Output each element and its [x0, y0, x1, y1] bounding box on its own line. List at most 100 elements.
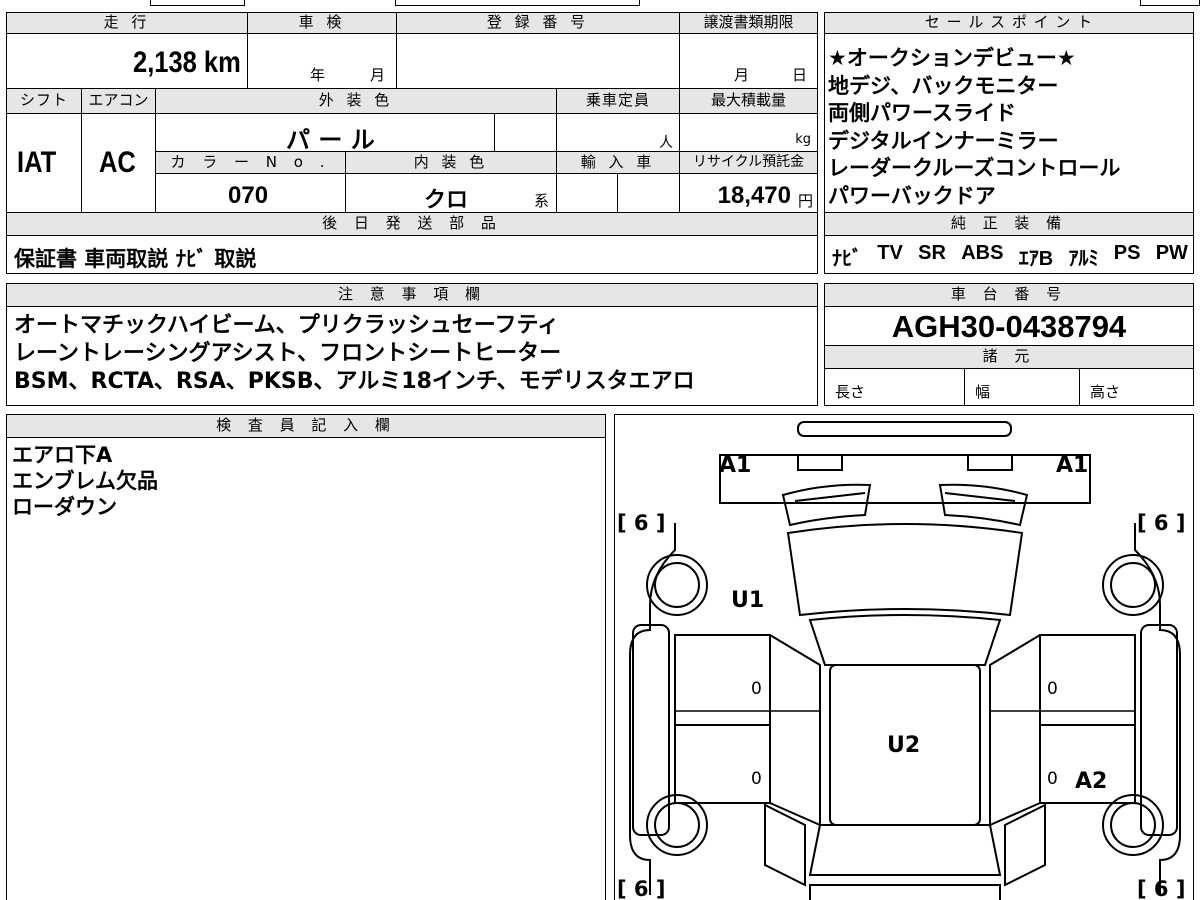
- tyre-mark-rear-right: [ 6 ]: [1137, 877, 1186, 900]
- sales-point-item: パワーバックドア: [828, 183, 996, 208]
- import-cell-a: [556, 173, 618, 213]
- equipment-item: ｱﾙﾐ: [1068, 248, 1099, 270]
- shaken-year-unit: 年: [310, 66, 326, 84]
- mark-a1-left: A1: [719, 453, 752, 478]
- aircon-value: AC: [99, 146, 136, 179]
- equipment-item: SR: [918, 242, 946, 264]
- genuine-equipment-header: 純 正 装 備: [824, 212, 1194, 236]
- chassis-number-value: AGH30-0438794: [891, 309, 1127, 344]
- mark-a2: A2: [1075, 769, 1108, 794]
- mileage-header: 走 行: [6, 12, 248, 34]
- later-parts-header: 後 日 発 送 部 品: [6, 212, 818, 236]
- shaken-cell: 年 月: [247, 33, 397, 89]
- sales-point-item: デジタルインナーミラー: [828, 128, 1059, 153]
- reg-number-header: 登 録 番 号: [396, 12, 680, 34]
- capacity-header: 乗車定員: [556, 88, 680, 114]
- load-unit: kg: [795, 132, 811, 147]
- sales-point-item: ★オークションデビュー★: [828, 46, 1076, 70]
- exterior-color-cell: パ ー ル: [155, 113, 495, 152]
- mark-a1-right: A1: [1056, 453, 1089, 478]
- note-line: オートマチックハイビーム、プリクラッシュセーフティ: [14, 313, 560, 338]
- shaken-month-unit: 月: [370, 66, 386, 84]
- inspector-notes: エアロ下A エンブレム欠品 ローダウン: [12, 442, 602, 520]
- sales-point-item: 両側パワースライド: [828, 101, 1016, 125]
- note-line: BSM、RCTA、RSA、PKSB、アルミ18インチ、モデリスタエアロ: [14, 369, 695, 394]
- reg-number-cell: [396, 33, 680, 89]
- chassis-number-cell: AGH30-0438794: [824, 306, 1194, 346]
- tyre-mark-front-left: [ 6 ]: [617, 511, 666, 535]
- mark-u2: U2: [887, 733, 921, 758]
- capacity-cell: 人: [556, 113, 680, 152]
- recycle-unit: 円: [797, 192, 813, 210]
- equipment-item: PW: [1155, 242, 1188, 264]
- door-mark-front-right: 0: [1047, 679, 1058, 699]
- import-header: 輸 入 車: [556, 151, 680, 174]
- spec-length-label: 長さ: [835, 383, 866, 401]
- spec-length-cell: 長さ: [824, 368, 965, 406]
- max-load-cell: kg: [679, 113, 818, 152]
- interior-color-suffix: 系: [534, 192, 550, 210]
- recycle-fee-value: 18,470: [717, 182, 791, 209]
- mileage-value: 2,138 km: [133, 46, 241, 79]
- notes-header: 注 意 事 項 欄: [6, 283, 818, 307]
- color-no-value: 070: [228, 182, 269, 209]
- later-parts-value: 保証書 車両取説 ﾅﾋﾞ 取説: [14, 247, 257, 271]
- note-line: レーントレーシングアシスト、フロントシートヒーター: [14, 341, 562, 366]
- tyre-mark-front-right: [ 6 ]: [1137, 511, 1186, 535]
- exterior-color-extra-cell: [494, 113, 557, 152]
- inspector-header: 検 査 員 記 入 欄: [6, 414, 606, 438]
- equipment-list: ﾅﾋﾞ TV SR ABS ｴｱB ｱﾙﾐ PS PW: [832, 242, 1188, 271]
- tyre-mark-rear-left: [ 6 ]: [617, 877, 666, 900]
- chassis-number-header: 車 台 番 号: [824, 283, 1194, 307]
- color-no-header: カ ラ ー N o .: [155, 151, 346, 174]
- sales-points-list: ★オークションデビュー★ 地デジ、バックモニター 両側パワースライド デジタルイ…: [828, 45, 1190, 210]
- later-parts-cell: 保証書 車両取説 ﾅﾋﾞ 取説: [6, 235, 818, 274]
- door-mark-rear-left: 0: [751, 769, 762, 789]
- sales-point-item: 地デジ、バックモニター: [828, 73, 1059, 98]
- mark-u1: U1: [731, 588, 765, 613]
- exterior-color-value: パ ー ル: [286, 126, 375, 152]
- sales-points-header: セ ー ル ス ポ イ ン ト: [824, 12, 1194, 34]
- door-mark-rear-right: 0: [1047, 769, 1058, 789]
- spec-height-cell: 高さ: [1079, 368, 1194, 406]
- shift-header: シフト: [6, 88, 82, 114]
- specs-header: 諸 元: [824, 345, 1194, 369]
- car-diagram: [629, 421, 1181, 900]
- car-diagram-panel: A1 A1 U1 U2 A2 [ 6 ] [ 6 ] [ 6 ] [ 6 ] 0…: [614, 414, 1194, 900]
- spec-height-label: 高さ: [1090, 383, 1121, 401]
- transfer-deadline-header: 譲渡書類期限: [679, 12, 818, 34]
- aircon-header: エアコン: [81, 88, 156, 114]
- recycle-cell: 18,470 円: [679, 173, 818, 213]
- inspector-note: ローダウン: [12, 495, 117, 519]
- capacity-unit: 人: [659, 135, 673, 151]
- equipment-item: ｴｱB: [1018, 248, 1054, 270]
- max-load-header: 最大積載量: [679, 88, 818, 114]
- interior-color-cell: クロ 系: [345, 173, 557, 213]
- aircon-cell: AC: [81, 113, 156, 213]
- spec-width-label: 幅: [975, 383, 991, 401]
- equipment-item: PS: [1113, 242, 1141, 264]
- inspector-note: エアロ下A: [12, 443, 113, 467]
- notes-list: オートマチックハイビーム、プリクラッシュセーフティ レーントレーシングアシスト、…: [14, 312, 814, 396]
- top-strip: [0, 0, 1200, 8]
- door-mark-front-left: 0: [751, 679, 762, 699]
- deadline-month-unit: 月: [734, 66, 750, 84]
- shift-value: IAT: [17, 146, 57, 179]
- mileage-cell: 2,138 km: [6, 33, 248, 89]
- deadline-cell: 月 日: [679, 33, 818, 89]
- spec-width-cell: 幅: [964, 368, 1080, 406]
- import-cell-b: [617, 173, 680, 213]
- sales-point-item: レーダークルーズコントロール: [828, 156, 1121, 180]
- interior-color-value: クロ: [424, 188, 469, 213]
- deadline-day-unit: 日: [792, 66, 808, 84]
- equipment-item: TV: [877, 242, 903, 264]
- exterior-color-header: 外 装 色: [155, 88, 557, 114]
- shift-cell: IAT: [6, 113, 82, 213]
- interior-color-header: 内 装 色: [345, 151, 557, 174]
- recycle-header: リサイクル預託金: [679, 151, 818, 174]
- inspector-note: エンブレム欠品: [12, 469, 158, 493]
- color-no-cell: 070: [155, 173, 346, 213]
- equipment-item: ﾅﾋﾞ: [832, 248, 862, 270]
- equipment-item: ABS: [961, 242, 1004, 264]
- shaken-header: 車 検: [247, 12, 397, 34]
